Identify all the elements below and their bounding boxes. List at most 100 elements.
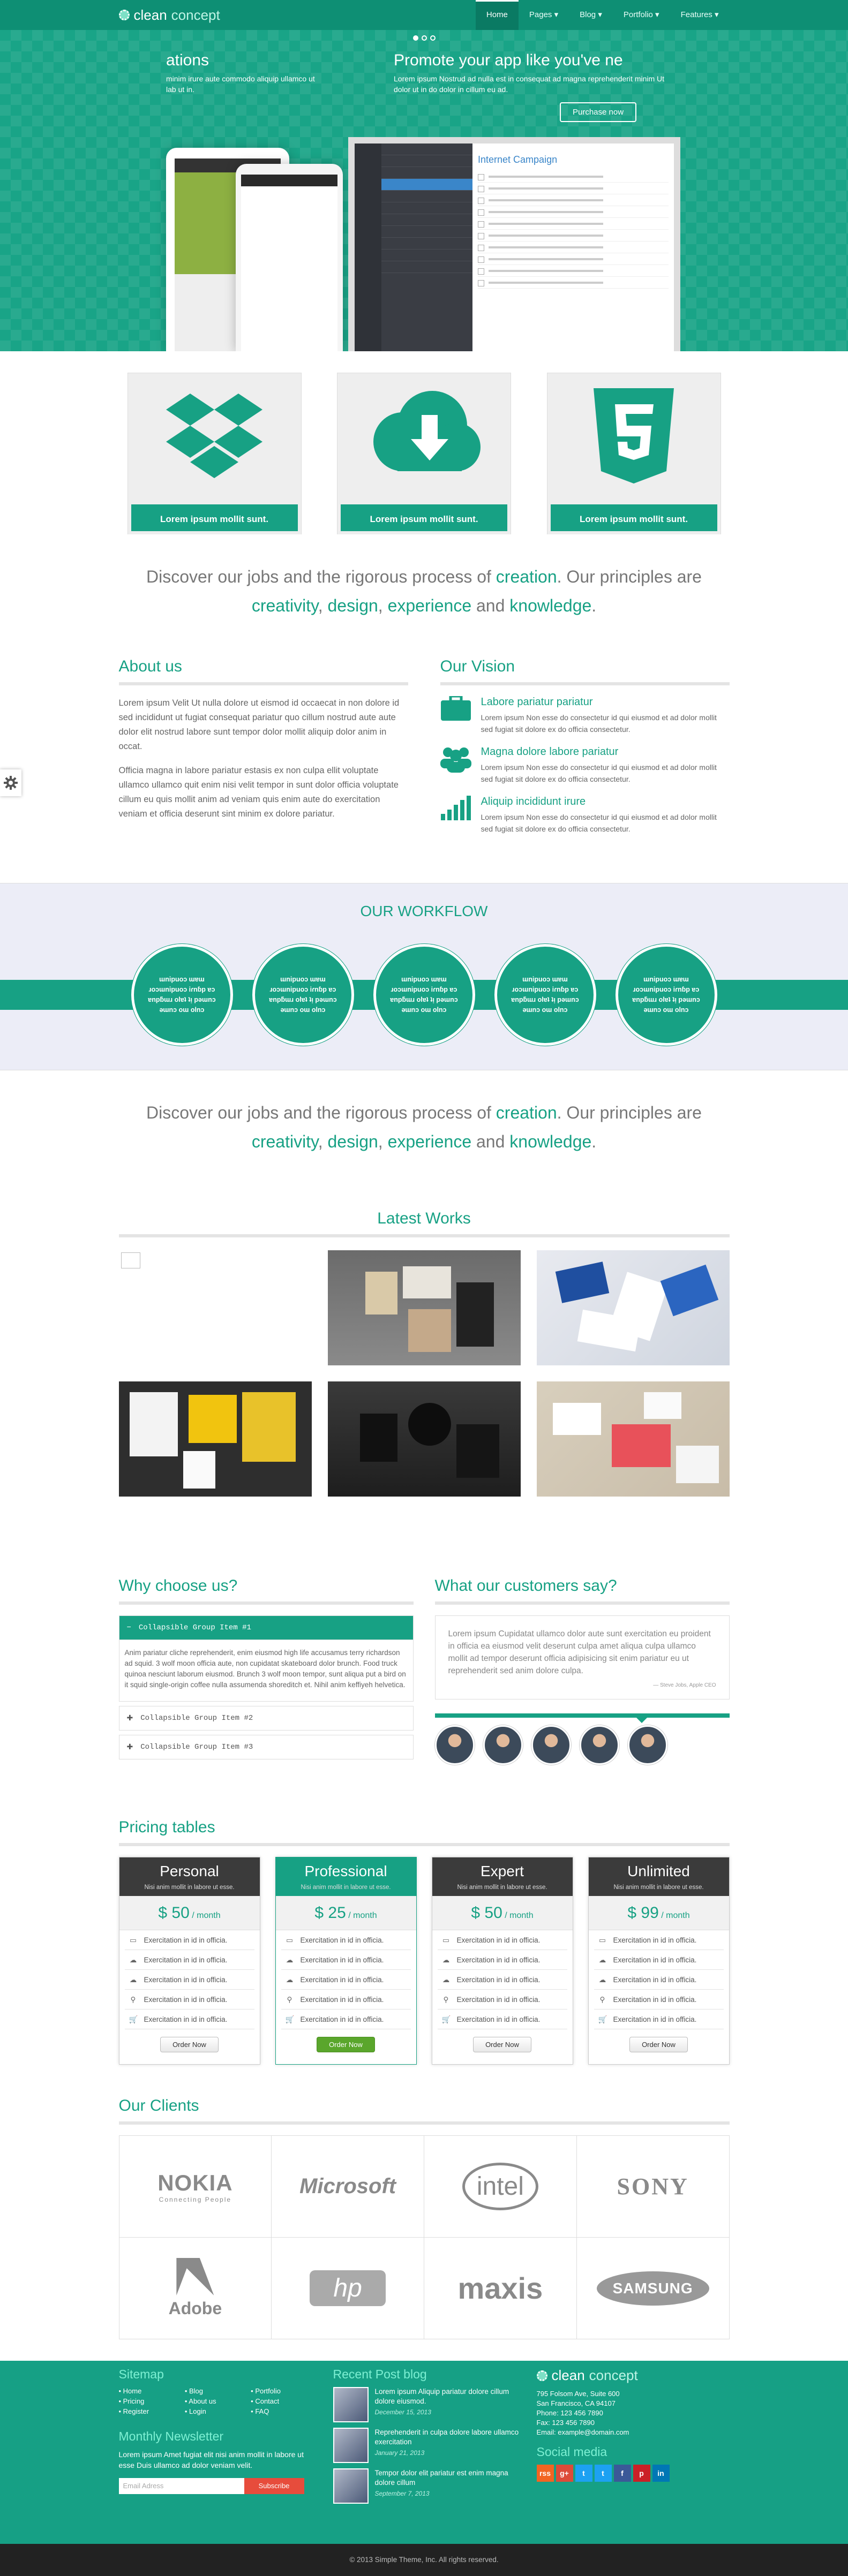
sitemap-icon: ⚲ bbox=[599, 1995, 605, 2004]
client-logo-microsoft[interactable]: Microsoft bbox=[272, 2136, 424, 2238]
footer-link[interactable]: Contact bbox=[251, 2397, 317, 2405]
testimonial-divider bbox=[434, 1713, 730, 1723]
nav-home[interactable]: Home bbox=[475, 0, 519, 30]
tagline-text: , bbox=[318, 596, 328, 615]
feature-box[interactable]: Lorem ipsum mollit sunt. bbox=[546, 373, 721, 534]
plan-price: $ 50 / month bbox=[432, 1896, 573, 1930]
feature-box[interactable]: Lorem ipsum mollit sunt. bbox=[127, 373, 302, 534]
brand-logo[interactable]: clean concept bbox=[118, 7, 220, 24]
nav-features-label: Features bbox=[680, 10, 712, 19]
footer-link[interactable]: Login bbox=[185, 2407, 251, 2415]
work-thumbnail[interactable] bbox=[118, 1381, 312, 1497]
work-thumbnail[interactable] bbox=[536, 1250, 730, 1365]
plan-feature-text: Exercitation in id in officia. bbox=[456, 1995, 541, 2004]
footer-link[interactable]: Blog bbox=[185, 2387, 251, 2395]
footer-link[interactable]: Portfolio bbox=[251, 2387, 317, 2395]
slider-dot[interactable] bbox=[421, 35, 427, 41]
accordion-header[interactable]: ✚ Collapsible Group Item #2 bbox=[119, 1706, 413, 1730]
client-logo-sony[interactable]: SONY bbox=[576, 2136, 730, 2238]
accordion-header[interactable]: ✚ Collapsible Group Item #3 bbox=[119, 1735, 413, 1759]
plan-price-period: / month bbox=[502, 1911, 534, 1920]
facebook-icon[interactable]: f bbox=[613, 2465, 631, 2482]
client-logo-adobe[interactable]: Adobe bbox=[119, 2238, 272, 2339]
avatar[interactable] bbox=[434, 1725, 475, 1765]
cart-icon: 🛒 bbox=[598, 2015, 607, 2023]
newsletter-form: Email Adress Subscribe bbox=[118, 2478, 317, 2494]
nav-blog[interactable]: Blog ▾ bbox=[569, 0, 613, 30]
client-logo-intel[interactable]: intel bbox=[424, 2136, 577, 2238]
order-now-button[interactable]: Order Now bbox=[473, 2037, 531, 2052]
plan-feature-text: Exercitation in id in officia. bbox=[300, 1936, 384, 1944]
email-line[interactable]: Email: example@domain.com bbox=[537, 2428, 730, 2437]
clients-section: Our Clients NOKIA Connecting People Micro… bbox=[118, 2097, 730, 2339]
about-title: About us bbox=[118, 658, 408, 685]
subscribe-button[interactable]: Subscribe bbox=[244, 2478, 304, 2494]
slider-dot[interactable] bbox=[412, 35, 418, 41]
hero-left-copy: ations minim irure aute commodo aliquip … bbox=[166, 51, 327, 95]
avatar[interactable] bbox=[531, 1725, 571, 1765]
twitter-icon[interactable]: t bbox=[594, 2465, 612, 2482]
accordion-header[interactable]: − Collapsible Group Item #1 bbox=[119, 1616, 413, 1640]
avatar[interactable] bbox=[483, 1725, 523, 1765]
accordion-item: − Collapsible Group Item #1 Anim pariatur… bbox=[118, 1615, 414, 1702]
footer-link[interactable]: Pricing bbox=[119, 2397, 185, 2405]
purchase-button[interactable]: Purchase now bbox=[560, 102, 637, 123]
pricing-title: Pricing tables bbox=[118, 1818, 730, 1846]
nav-portfolio[interactable]: Portfolio ▾ bbox=[613, 0, 670, 30]
about-column: About us Lorem ipsum Velit Ut nulla dolo… bbox=[118, 658, 408, 845]
work-thumbnail[interactable] bbox=[327, 1250, 521, 1365]
footer-link[interactable]: FAQ bbox=[251, 2407, 317, 2415]
nav-pages[interactable]: Pages ▾ bbox=[519, 0, 569, 30]
google-plus-icon[interactable]: g+ bbox=[556, 2465, 573, 2482]
hero-right-title: Promote your app like you've ne bbox=[394, 51, 623, 69]
cloud-download-icon bbox=[365, 388, 483, 477]
feature-boxes: Lorem ipsum mollit sunt. Lorem ipsum mol… bbox=[127, 373, 721, 534]
order-now-button[interactable]: Order Now bbox=[629, 2037, 688, 2052]
recent-post[interactable]: Tempor dolor elit pariatur est enim magn… bbox=[333, 2468, 521, 2504]
footer-link[interactable]: Home bbox=[119, 2387, 185, 2395]
slider-dot[interactable] bbox=[430, 35, 436, 41]
footer-link[interactable]: Register bbox=[119, 2407, 185, 2415]
order-now-button[interactable]: Order Now bbox=[317, 2037, 375, 2052]
client-logo-samsung[interactable]: SAMSUNG bbox=[576, 2238, 730, 2339]
work-thumbnail[interactable] bbox=[536, 1381, 730, 1497]
tagline-text: . bbox=[591, 1132, 597, 1151]
client-logo-hp[interactable]: hp bbox=[272, 2238, 424, 2339]
feature-box[interactable]: Lorem ipsum mollit sunt. bbox=[337, 373, 511, 534]
linkedin-icon[interactable]: in bbox=[652, 2465, 670, 2482]
feature-label: Lorem ipsum mollit sunt. bbox=[337, 504, 511, 534]
nav-features[interactable]: Features ▾ bbox=[670, 0, 730, 30]
plan-feature-text: Exercitation in id in officia. bbox=[144, 2015, 228, 2023]
plan-feature: ☁ Exercitation in id in officia. bbox=[437, 1970, 567, 1990]
avatar[interactable] bbox=[627, 1725, 667, 1765]
avatar[interactable] bbox=[579, 1725, 619, 1765]
email-field[interactable]: Email Adress bbox=[118, 2478, 244, 2494]
order-now-button[interactable]: Order Now bbox=[160, 2037, 219, 2052]
plan-feature: ▭ Exercitation in id in officia. bbox=[281, 1930, 411, 1950]
plan-name: Unlimited bbox=[627, 1863, 690, 1879]
work-thumbnail[interactable] bbox=[327, 1381, 521, 1497]
tagline-text: . Our principles are bbox=[557, 567, 702, 586]
client-logo-nokia[interactable]: NOKIA Connecting People bbox=[119, 2136, 272, 2238]
testimonial-author: — Steve Jobs, Apple CEO bbox=[653, 1682, 716, 1688]
recent-post[interactable]: Lorem ipsum Aliquip pariatur dolore cill… bbox=[333, 2387, 521, 2422]
settings-gear-button[interactable] bbox=[0, 769, 21, 796]
client-logo-text: intel bbox=[462, 2163, 538, 2210]
plan-feature: ▭ Exercitation in id in officia. bbox=[437, 1930, 567, 1950]
plan-feature-text: Exercitation in id in officia. bbox=[300, 1955, 384, 1964]
plan-price-amount: $ 99 bbox=[627, 1904, 659, 1922]
accordion-item: ✚ Collapsible Group Item #2 bbox=[118, 1706, 414, 1731]
footer-link[interactable]: About us bbox=[185, 2397, 251, 2405]
recent-post[interactable]: Reprehenderit in culpa dolore labore ull… bbox=[333, 2428, 521, 2463]
tagline-text: and bbox=[471, 1132, 510, 1151]
inbox-icon: ▭ bbox=[130, 1936, 137, 1944]
vision-item-text: Lorem ipsum Non esse do consectetur id q… bbox=[481, 763, 717, 783]
pinterest-icon[interactable]: p bbox=[633, 2465, 650, 2482]
rss-icon[interactable]: rss bbox=[536, 2465, 554, 2482]
client-logo-maxis[interactable]: maxis bbox=[424, 2238, 577, 2339]
work-thumbnail[interactable] bbox=[118, 1250, 312, 1365]
cloud-icon: ☁ bbox=[598, 1955, 606, 1964]
plan-header: Unlimited Nisi anim mollit in labore ut e… bbox=[588, 1857, 729, 1896]
tagline-highlight: creativity bbox=[251, 596, 318, 615]
twitter-icon[interactable]: t bbox=[575, 2465, 592, 2482]
